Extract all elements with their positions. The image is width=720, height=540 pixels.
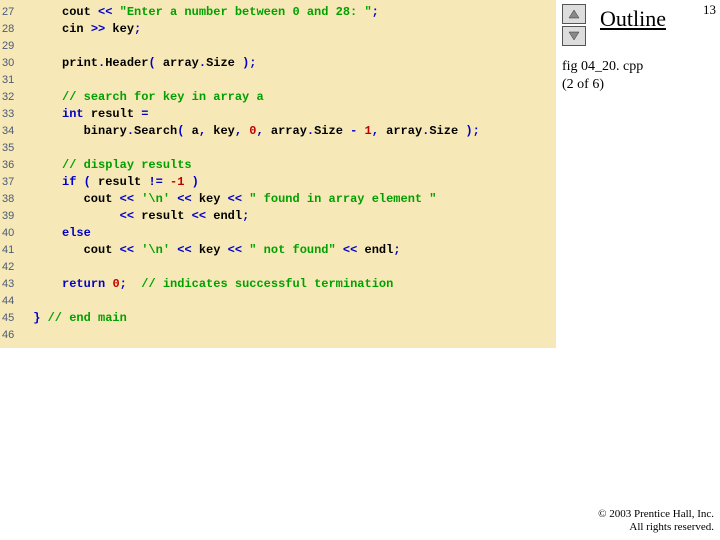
- code-line: 36 // display results: [0, 157, 556, 174]
- code-line: 43 return 0; // indicates successful ter…: [0, 276, 556, 293]
- triangle-up-icon: [568, 9, 580, 19]
- code-line: 28 cin >> key;: [0, 21, 556, 38]
- code-line: 35: [0, 140, 556, 157]
- line-number: 40: [0, 225, 26, 242]
- line-number: 33: [0, 106, 26, 123]
- line-number: 45: [0, 310, 26, 327]
- code-line: 42: [0, 259, 556, 276]
- code-line: 38 cout << '\n' << key << " found in arr…: [0, 191, 556, 208]
- file-part: (2 of 6): [562, 77, 604, 92]
- line-number: 37: [0, 174, 26, 191]
- code-line: 39 << result << endl;: [0, 208, 556, 225]
- nav-up-button[interactable]: [562, 4, 586, 24]
- code-line: 41 cout << '\n' << key << " not found" <…: [0, 242, 556, 259]
- code-block: 27 cout << "Enter a number between 0 and…: [0, 0, 556, 348]
- line-number: 39: [0, 208, 26, 225]
- copyright-line2: All rights reserved.: [629, 521, 714, 533]
- code-line: 31: [0, 72, 556, 89]
- code-line: 40 else: [0, 225, 556, 242]
- file-name: fig 04_20. cpp: [562, 59, 643, 74]
- outline-heading: Outline: [600, 6, 666, 32]
- line-number: 31: [0, 72, 26, 89]
- page-number: 13: [703, 2, 716, 18]
- line-number: 30: [0, 55, 26, 72]
- file-caption: fig 04_20. cpp (2 of 6): [562, 58, 643, 94]
- line-number: 41: [0, 242, 26, 259]
- copyright-line1: © 2003 Prentice Hall, Inc.: [598, 508, 714, 520]
- copyright: © 2003 Prentice Hall, Inc. All rights re…: [598, 508, 714, 534]
- line-number: 28: [0, 21, 26, 38]
- code-line: 30 print.Header( array.Size );: [0, 55, 556, 72]
- line-number: 43: [0, 276, 26, 293]
- code-line: 33 int result =: [0, 106, 556, 123]
- code-line: 29: [0, 38, 556, 55]
- code-line: 37 if ( result != -1 ): [0, 174, 556, 191]
- code-line: 44: [0, 293, 556, 310]
- code-line: 45 } // end main: [0, 310, 556, 327]
- line-number: 36: [0, 157, 26, 174]
- line-number: 35: [0, 140, 26, 157]
- triangle-down-icon: [568, 31, 580, 41]
- line-number: 29: [0, 38, 26, 55]
- code-line: 32 // search for key in array a: [0, 89, 556, 106]
- line-number: 32: [0, 89, 26, 106]
- nav-down-button[interactable]: [562, 26, 586, 46]
- line-number: 34: [0, 123, 26, 140]
- line-number: 46: [0, 327, 26, 344]
- code-line: 46: [0, 327, 556, 344]
- code-line: 27 cout << "Enter a number between 0 and…: [0, 4, 556, 21]
- line-number: 44: [0, 293, 26, 310]
- code-line: 34 binary.Search( a, key, 0, array.Size …: [0, 123, 556, 140]
- line-number: 38: [0, 191, 26, 208]
- line-number: 42: [0, 259, 26, 276]
- line-number: 27: [0, 4, 26, 21]
